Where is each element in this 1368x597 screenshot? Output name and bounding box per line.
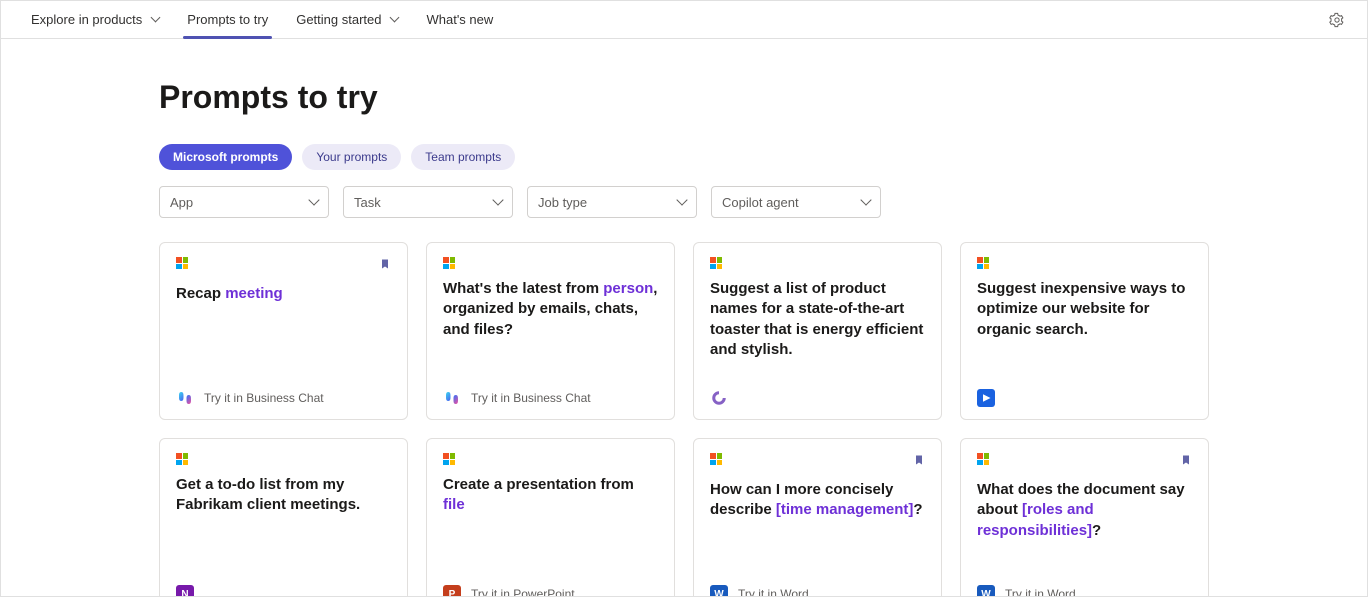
microsoft-logo-icon [710,257,722,269]
card-header [710,453,925,470]
filter-copilot-agent[interactable]: Copilot agent [711,186,881,218]
prompt-source-tabs: Microsoft prompts Your prompts Team prom… [159,144,1209,170]
microsoft-logo-icon [443,257,455,269]
prompt-text: How can I more concisely describe [time … [710,480,925,521]
prompt-text-pre: Get a to-do list from my Fabrikam client… [176,476,360,513]
nav-prompts-label: Prompts to try [187,12,268,27]
card-footer: Try it in Business Chat [443,381,658,407]
chevron-down-icon [492,194,503,205]
top-nav: Explore in products Prompts to try Getti… [1,1,1367,39]
bookmark-icon[interactable] [379,257,391,274]
page-content: Prompts to try Microsoft prompts Your pr… [139,39,1229,597]
card-header [176,453,391,465]
nav-explore[interactable]: Explore in products [17,1,173,39]
bookmark-icon[interactable] [913,453,925,470]
prompt-text-pre: Create a presentation from [443,476,634,493]
prompt-card[interactable]: How can I more concisely describe [time … [693,438,942,597]
card-footer: N [176,577,391,597]
card-header [977,257,1192,269]
gear-icon [1329,12,1345,28]
card-header [443,257,658,269]
prompt-text-post: ? [913,501,922,518]
prompt-text-pre: Recap [176,285,225,302]
prompt-card[interactable]: Recap meeting Try it in Business Chat [159,242,408,420]
nav-getting-started[interactable]: Getting started [282,1,412,39]
chevron-down-icon [676,194,687,205]
prompt-text: Create a presentation from file [443,475,658,516]
card-header [977,453,1192,470]
card-header [710,257,925,269]
microsoft-logo-icon [977,257,989,269]
card-footer: P Try it in PowerPoint [443,577,658,597]
nav-explore-label: Explore in products [31,12,142,27]
prompt-text: What does the document say about [roles … [977,480,1192,541]
page-title: Prompts to try [159,79,1209,116]
try-it-link[interactable]: Try it in Word [1005,587,1076,597]
filter-copilot-agent-label: Copilot agent [722,195,799,210]
prompt-variable: file [443,496,465,513]
microsoft-logo-icon [977,453,989,465]
try-it-link[interactable]: Try it in PowerPoint [471,587,575,597]
prompt-text: Get a to-do list from my Fabrikam client… [176,475,391,516]
prompt-text: Suggest inexpensive ways to optimize our… [977,279,1192,340]
nav-whats-new-label: What's new [426,12,493,27]
filter-app[interactable]: App [159,186,329,218]
card-footer [710,381,925,407]
microsoft-logo-icon [176,453,188,465]
filter-job-type-label: Job type [538,195,587,210]
prompt-card[interactable]: Suggest a list of product names for a st… [693,242,942,420]
prompt-card[interactable]: What does the document say about [roles … [960,438,1209,597]
filter-task[interactable]: Task [343,186,513,218]
card-header [176,257,391,274]
card-footer: Try it in Business Chat [176,381,391,407]
chevron-down-icon [308,194,319,205]
prompt-variable: meeting [225,285,283,302]
powerpoint-icon: P [443,585,461,597]
tab-your-prompts[interactable]: Your prompts [302,144,401,170]
filter-row: App Task Job type Copilot agent [159,186,1209,218]
word-icon: W [977,585,995,597]
prompt-text: Recap meeting [176,284,391,304]
prompt-variable: [time management] [776,501,914,518]
word-icon: W [710,585,728,597]
prompt-card[interactable]: Suggest inexpensive ways to optimize our… [960,242,1209,420]
clipchamp-icon [977,389,995,407]
try-it-link[interactable]: Try it in Business Chat [471,391,591,405]
settings-button[interactable] [1323,6,1351,34]
try-it-link[interactable]: Try it in Word [738,587,809,597]
copilot-icon [443,389,461,407]
card-header [443,453,658,465]
tab-team-prompts[interactable]: Team prompts [411,144,515,170]
bookmark-icon[interactable] [1180,453,1192,470]
tab-microsoft-prompts[interactable]: Microsoft prompts [159,144,292,170]
microsoft-logo-icon [443,453,455,465]
prompt-text-post: ? [1092,522,1101,539]
prompt-text-pre: What's the latest from [443,280,603,297]
prompt-text: Suggest a list of product names for a st… [710,279,925,360]
chevron-down-icon [860,194,871,205]
filter-app-label: App [170,195,193,210]
nav-getting-started-label: Getting started [296,12,381,27]
prompt-card[interactable]: Get a to-do list from my Fabrikam client… [159,438,408,597]
onenote-icon: N [176,585,194,597]
prompt-card[interactable]: Create a presentation from file P Try it i… [426,438,675,597]
copilot-icon [176,389,194,407]
nav-whats-new[interactable]: What's new [412,1,507,39]
prompt-card[interactable]: What's the latest from person, organized… [426,242,675,420]
filter-task-label: Task [354,195,381,210]
card-footer: W Try it in Word [710,577,925,597]
prompt-text-pre: Suggest inexpensive ways to optimize our… [977,280,1185,338]
microsoft-logo-icon [710,453,722,465]
cards-grid: Recap meeting Try it in Business Chat What… [159,242,1209,597]
filter-job-type[interactable]: Job type [527,186,697,218]
prompt-text: What's the latest from person, organized… [443,279,658,340]
card-footer: W Try it in Word [977,577,1192,597]
try-it-link[interactable]: Try it in Business Chat [204,391,324,405]
microsoft-logo-icon [176,257,188,269]
loop-icon [710,389,728,407]
nav-prompts[interactable]: Prompts to try [173,1,282,39]
card-footer [977,381,1192,407]
prompt-variable: person [603,280,653,297]
prompt-text-pre: Suggest a list of product names for a st… [710,280,923,358]
